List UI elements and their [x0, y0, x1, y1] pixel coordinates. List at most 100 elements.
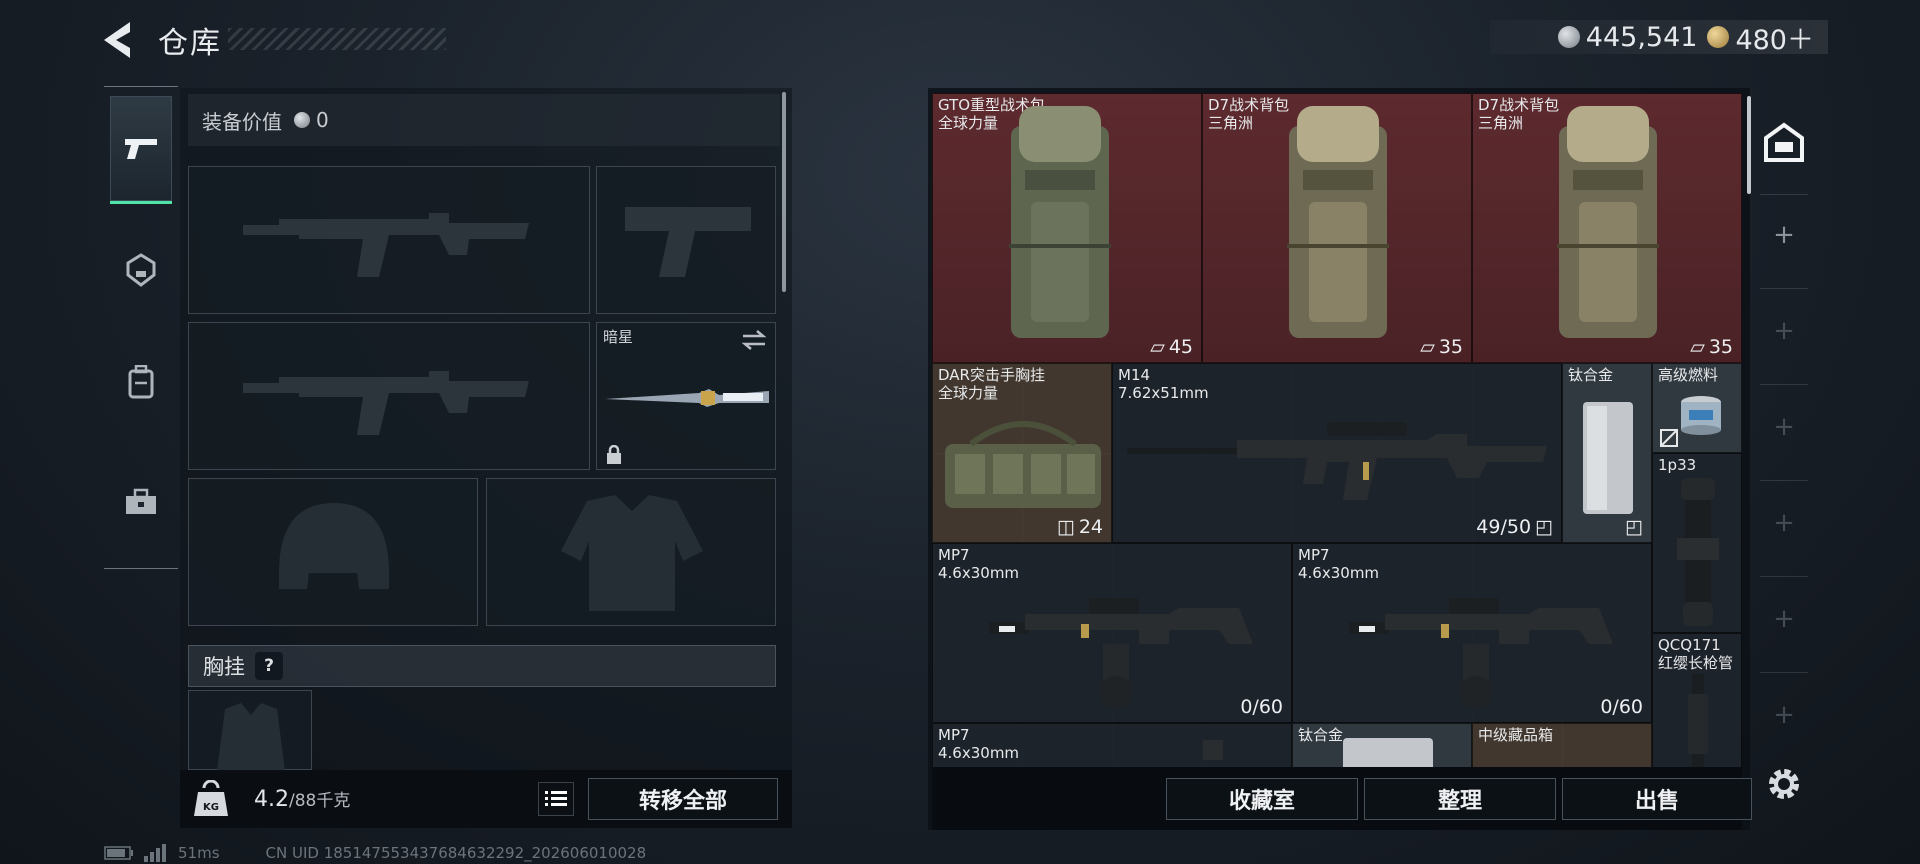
item-subtitle: 三角洲 — [1478, 114, 1524, 132]
gold-coin-icon — [1707, 26, 1730, 48]
sidearm-slot[interactable] — [596, 166, 776, 314]
storage-item-fuel[interactable]: 高级燃料 — [1652, 363, 1742, 453]
item-capacity: ▱ 35 — [1420, 336, 1463, 358]
vest-capacity-icon: ◫ — [1056, 516, 1075, 538]
backpack-item-icon — [1009, 106, 1111, 338]
transfer-all-button[interactable]: 转移全部 — [588, 778, 778, 820]
knife-icon — [605, 389, 769, 407]
barrel-icon — [1688, 674, 1708, 767]
weight-current: 4.2 — [254, 787, 289, 812]
warehouse-tab[interactable] — [1760, 94, 1808, 190]
toolbox-icon — [126, 488, 156, 514]
storage-item-collection-box[interactable]: 中级藏品箱 — [1472, 723, 1652, 767]
status-line: 51ms CN UID 18514755343768463229​2_20260… — [104, 844, 646, 862]
storage-grid: GTO重型战术包 全球力量 ▱ 45 D7战术背包 三角洲 ▱ 35 D7战术背包 三角洲 — [932, 93, 1742, 767]
storage-item-chest-rig[interactable]: DAR突击手胸挂 全球力量 ◫ 24 — [932, 363, 1112, 543]
melee-slot[interactable]: 暗星 — [596, 322, 776, 470]
storage-item-smg[interactable]: MP7 4.6x30mm 0/60 — [1292, 543, 1652, 723]
warehouse-icon — [1764, 122, 1804, 162]
chest-rig-silhouette-icon — [217, 703, 285, 771]
sell-button[interactable]: 出售 — [1562, 778, 1752, 820]
item-subtitle: 全球力量 — [938, 384, 999, 402]
tab-toolbox[interactable] — [110, 448, 172, 556]
currency-bar: 445,541 480＋ — [1490, 18, 1828, 57]
kg-label: KG — [203, 802, 219, 813]
list-view-button[interactable] — [538, 782, 574, 816]
storage-item-scope[interactable]: 1p33 — [1652, 453, 1742, 633]
add-page-button[interactable]: + — [1752, 604, 1816, 634]
item-capacity: ▱ 45 — [1150, 336, 1193, 358]
item-ammo: 0/60 — [1240, 696, 1283, 718]
equipment-value: 0 — [316, 108, 329, 132]
chest-rig-slot[interactable] — [188, 690, 312, 771]
rifle-item-icon — [1127, 422, 1547, 500]
add-page-button[interactable]: + — [1752, 412, 1816, 442]
item-name: D7战术背包 — [1208, 96, 1290, 114]
chest-rig-header: 胸挂 ? — [188, 645, 776, 687]
item-name: D7战术背包 — [1478, 96, 1560, 114]
smg-item-icon — [1349, 598, 1613, 708]
ammo-box-icon: ◰ — [1625, 516, 1643, 538]
storage-item-barrel[interactable]: QCQ171 红缨长枪管 — [1652, 633, 1742, 767]
swap-icon[interactable] — [741, 329, 767, 351]
storage-item-rifle[interactable]: M14 7.62x51mm 49/50 ◰ — [1112, 363, 1562, 543]
equipment-value-bar: 装备价值 0 — [188, 94, 780, 146]
gold-currency[interactable]: 480＋ — [1707, 18, 1814, 57]
tab-backpack[interactable] — [110, 328, 172, 436]
item-name: 1p33 — [1658, 456, 1697, 474]
add-page-button[interactable]: + — [1752, 220, 1816, 250]
help-button[interactable]: ? — [255, 652, 283, 680]
item-subtitle: 三角洲 — [1208, 114, 1254, 132]
item-name: 高级燃料 — [1658, 366, 1719, 384]
back-button[interactable] — [100, 18, 140, 62]
item-ammo: 0/60 — [1600, 696, 1643, 718]
backpack-icon — [128, 365, 154, 399]
title-decoration — [228, 28, 446, 50]
secondary-weapon-slot[interactable] — [188, 322, 590, 470]
storage-item-titanium[interactable]: 钛合金 — [1292, 723, 1472, 767]
weight-readout: 4.2/88千克 — [254, 786, 350, 812]
add-page-button[interactable]: + — [1752, 700, 1816, 730]
add-page-button[interactable]: + — [1752, 316, 1816, 346]
storage-scrollbar[interactable] — [1747, 96, 1751, 194]
armor-slot[interactable] — [486, 478, 776, 626]
item-capacity: ▱ 35 — [1690, 336, 1733, 358]
storage-item-backpack[interactable]: GTO重型战术包 全球力量 ▱ 45 — [932, 93, 1202, 363]
tab-armor[interactable] — [110, 216, 172, 324]
organize-button[interactable]: 整理 — [1364, 778, 1556, 820]
item-name: MP7 — [1298, 546, 1330, 564]
weight-kg-icon: KG — [192, 779, 230, 818]
item-name: QCQ171 — [1658, 636, 1721, 654]
equipment-scrollbar[interactable] — [782, 92, 786, 292]
add-page-button[interactable]: + — [1752, 508, 1816, 538]
ammo-box-icon: ◰ — [1535, 516, 1553, 538]
body-armor-silhouette-icon — [561, 495, 703, 611]
storage-item-backpack[interactable]: D7战术背包 三角洲 ▱ 35 — [1202, 93, 1472, 363]
ammo-box-icon — [1660, 429, 1678, 447]
storage-item-backpack[interactable]: D7战术背包 三角洲 ▱ 35 — [1472, 93, 1742, 363]
metal-ingot-icon — [1583, 402, 1633, 514]
helmet-slot[interactable] — [188, 478, 478, 626]
item-no-sell-marker: ◰ — [1625, 516, 1643, 538]
signal-icon — [144, 844, 166, 862]
storage-item-titanium[interactable]: 钛合金 ◰ — [1562, 363, 1652, 543]
ping-value: 51ms — [178, 844, 220, 862]
rail-divider-top — [104, 86, 178, 87]
item-name: MP7 — [938, 726, 970, 744]
gear-icon — [1769, 769, 1799, 799]
storage-item-smg[interactable]: MP7 4.6x30mm — [932, 723, 1292, 767]
tab-weapons[interactable] — [110, 96, 172, 204]
rifle-silhouette-icon — [243, 371, 529, 435]
storage-page-rail: + + + + + + — [1752, 94, 1816, 784]
storage-item-smg[interactable]: MP7 4.6x30mm 0/60 — [932, 543, 1292, 723]
primary-weapon-slot[interactable] — [188, 166, 590, 314]
settings-button[interactable] — [1764, 764, 1804, 804]
silver-currency[interactable]: 445,541 — [1557, 22, 1697, 53]
weight-max: /88千克 — [289, 791, 351, 811]
chest-rig-label: 胸挂 — [203, 655, 245, 679]
gold-amount: 480＋ — [1735, 24, 1814, 56]
backpack-item-icon — [1557, 106, 1659, 338]
scope-icon — [1677, 478, 1719, 626]
collection-room-button[interactable]: 收藏室 — [1166, 778, 1358, 820]
lock-icon — [607, 445, 621, 464]
